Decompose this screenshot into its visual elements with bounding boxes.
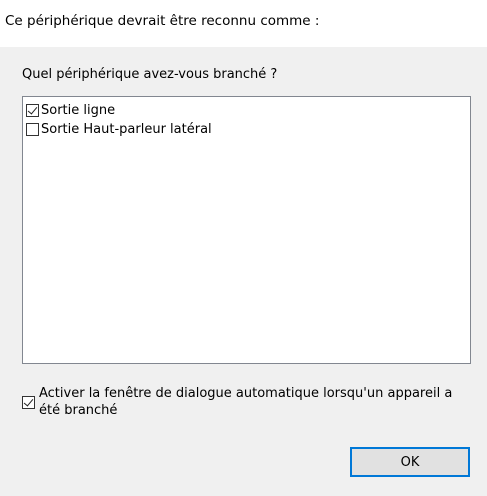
dialog-heading: Ce périphérique devrait être reconnu com…: [5, 13, 320, 29]
ok-button[interactable]: OK: [350, 447, 470, 477]
device-listbox[interactable]: Sortie ligne Sortie Haut-parleur latéral: [22, 96, 471, 364]
dialog-header: Ce périphérique devrait être reconnu com…: [0, 0, 487, 47]
list-item-label: Sortie Haut-parleur latéral: [41, 121, 212, 137]
auto-dialog-label: Activer la fenêtre de dialogue automatiq…: [39, 386, 453, 418]
list-item-line-out[interactable]: Sortie ligne: [26, 101, 115, 119]
line-out-checkbox[interactable]: [26, 103, 39, 117]
dialog-panel: Quel périphérique avez-vous branché ? So…: [0, 47, 487, 496]
device-question-label: Quel périphérique avez-vous branché ?: [22, 67, 278, 82]
auto-dialog-checkbox[interactable]: [22, 396, 35, 409]
auto-dialog-option[interactable]: Activer la fenêtre de dialogue automatiq…: [22, 385, 469, 419]
list-item-label: Sortie ligne: [41, 102, 116, 118]
list-item-side-speaker[interactable]: Sortie Haut-parleur latéral: [26, 120, 212, 138]
side-speaker-checkbox[interactable]: [26, 122, 39, 136]
